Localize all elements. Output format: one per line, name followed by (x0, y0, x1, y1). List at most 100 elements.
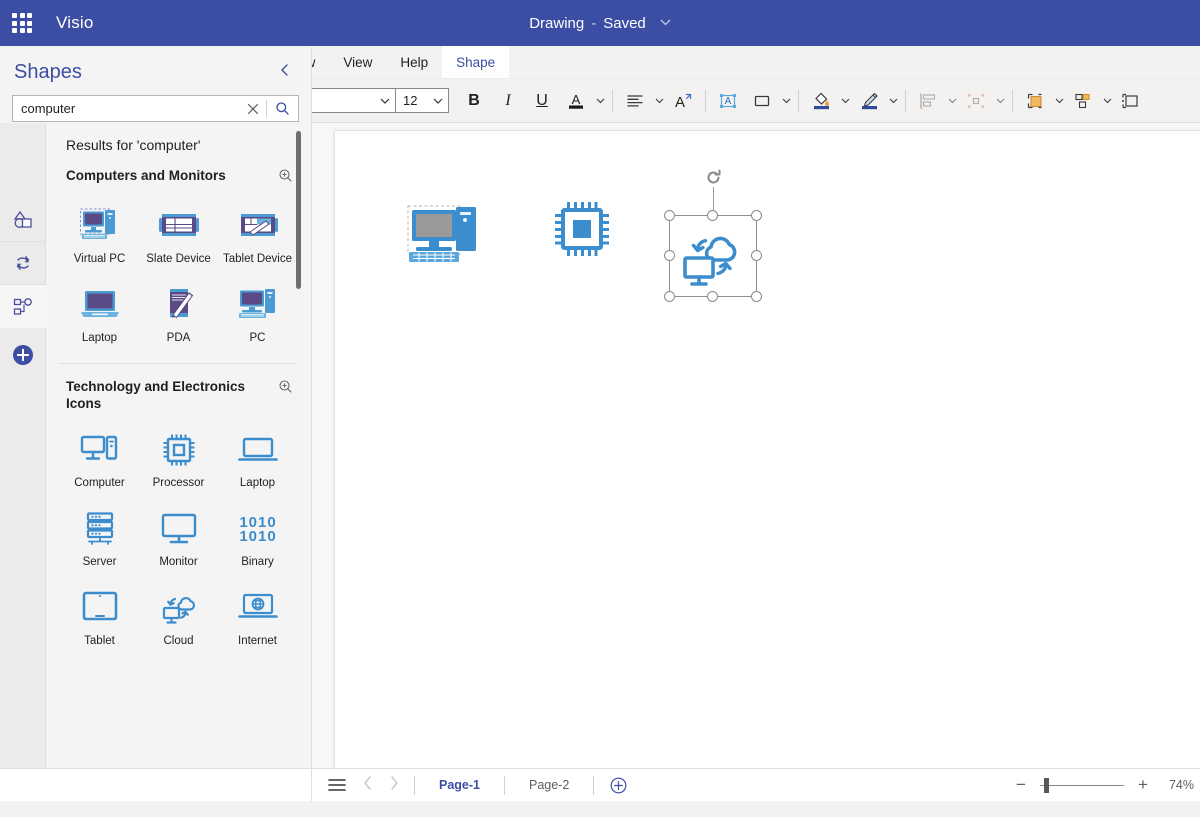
shape-outline-icon[interactable] (745, 85, 779, 117)
server-icon (78, 505, 122, 549)
close-x-icon[interactable] (240, 103, 266, 115)
toolbar-divider (798, 89, 799, 112)
canvas-shape-processor[interactable] (551, 198, 613, 263)
tab-shape[interactable]: Shape (442, 46, 510, 78)
resize-handle-middle-left[interactable] (664, 250, 675, 261)
resize-handle-bottom-right[interactable] (751, 291, 762, 302)
group-shapes-icon[interactable] (1066, 85, 1100, 117)
tab-view[interactable]: View (329, 46, 386, 78)
stencil-label: Server (82, 556, 117, 568)
page-tab-1[interactable]: Page-1 (421, 778, 498, 792)
shapes-scrollbar-thumb[interactable] (296, 131, 301, 289)
stencil-internet[interactable]: Internet (218, 578, 297, 657)
zoom-slider-track[interactable] (1040, 777, 1124, 793)
resize-handle-middle-right[interactable] (751, 250, 762, 261)
shapes-scrollbar-track[interactable] (296, 123, 306, 768)
line-brush-icon[interactable] (852, 85, 886, 117)
search-input[interactable] (13, 96, 240, 121)
fill-chevron-icon[interactable] (838, 85, 852, 117)
stencil-monitor[interactable]: Monitor (139, 499, 218, 578)
font-color-chevron-icon[interactable] (593, 85, 607, 117)
search-box[interactable] (12, 95, 299, 122)
stencil-computer[interactable]: Computer (60, 420, 139, 499)
italic-button[interactable]: I (491, 85, 525, 117)
zoom-out-button[interactable]: − (1006, 775, 1036, 795)
zoom-in-button[interactable]: + (1128, 775, 1158, 795)
grow-font-icon[interactable]: A (666, 85, 700, 117)
chevron-right-icon[interactable] (381, 775, 408, 795)
stencil-tablet-device[interactable]: Tablet Device (218, 196, 297, 275)
stencil-server[interactable]: Server (60, 499, 139, 578)
shapes-results-list[interactable]: Results for 'computer' Computers and Mon… (46, 123, 311, 768)
zoom-slider-thumb[interactable] (1044, 777, 1049, 793)
document-name[interactable]: Drawing (529, 15, 584, 32)
add-circle-icon[interactable] (12, 344, 34, 371)
pages-list-icon[interactable] (320, 778, 354, 792)
underline-button[interactable]: U (525, 85, 559, 117)
stencil-grid-computers: Virtual PC Slate Device Tablet Device La… (46, 196, 311, 354)
align-text-chevron-icon[interactable] (652, 85, 666, 117)
rotation-handle-icon[interactable] (703, 167, 724, 193)
font-size-select[interactable]: 12 (395, 88, 449, 113)
stencil-label: Processor (152, 477, 205, 489)
laptop-icon (78, 281, 122, 325)
line-chevron-icon[interactable] (886, 85, 900, 117)
zoom-in-icon[interactable] (278, 168, 293, 188)
search-magnifier-icon[interactable] (267, 101, 298, 116)
stencil-slate-device[interactable]: Slate Device (139, 196, 218, 275)
drawing-page[interactable] (334, 130, 1200, 768)
bring-forward-icon[interactable] (1018, 85, 1052, 117)
resize-handle-top-center[interactable] (707, 210, 718, 221)
canvas-area[interactable] (312, 123, 1200, 768)
app-name: Visio (56, 13, 94, 32)
add-page-icon[interactable] (600, 777, 637, 794)
group-chevron-icon[interactable] (1100, 85, 1114, 117)
stencil-laptop-purple[interactable]: Laptop (60, 275, 139, 354)
quick-shapes-icon (13, 297, 32, 315)
rail-item-shapes[interactable] (0, 199, 46, 242)
bring-forward-chevron-icon[interactable] (1052, 85, 1066, 117)
stencil-tablet[interactable]: Tablet (60, 578, 139, 657)
chevron-down-icon[interactable] (660, 17, 671, 29)
canvas-shape-pc[interactable] (407, 201, 489, 272)
align-shapes-chevron-icon[interactable] (945, 85, 959, 117)
align-shapes-icon[interactable] (911, 85, 945, 117)
resize-handle-bottom-left[interactable] (664, 291, 675, 302)
tab-help[interactable]: Help (386, 46, 442, 78)
toolbar-divider (705, 89, 706, 112)
align-text-icon[interactable] (618, 85, 652, 117)
shapes-stencil-icon (13, 210, 32, 228)
stencil-virtual-pc[interactable]: Virtual PC (60, 196, 139, 275)
stencil-cloud[interactable]: Cloud (139, 578, 218, 657)
stencil-group-header[interactable]: Computers and Monitors (46, 167, 311, 188)
fill-bucket-icon[interactable] (804, 85, 838, 117)
title-separator: - (591, 14, 597, 32)
auto-size-icon[interactable] (1114, 85, 1148, 117)
rail-item-recent[interactable] (0, 242, 46, 285)
stencil-laptop-blue[interactable]: Laptop (218, 420, 297, 499)
page-tab-2[interactable]: Page-2 (511, 778, 587, 792)
monitor-icon (157, 505, 201, 549)
distribute-shapes-icon[interactable] (959, 85, 993, 117)
waffle-grid-icon[interactable] (12, 13, 32, 33)
resize-handle-top-left[interactable] (664, 210, 675, 221)
stencil-processor[interactable]: Processor (139, 420, 218, 499)
stencil-binary[interactable]: 1010 1010 Binary (218, 499, 297, 578)
rail-item-quick-shapes[interactable] (0, 285, 46, 328)
internet-laptop-icon (236, 584, 280, 628)
distribute-chevron-icon[interactable] (993, 85, 1007, 117)
chevron-left-icon[interactable] (354, 775, 381, 795)
bold-button[interactable]: B (457, 85, 491, 117)
resize-handle-bottom-center[interactable] (707, 291, 718, 302)
stencil-label: Cloud (163, 635, 194, 647)
zoom-in-icon[interactable] (278, 379, 293, 399)
shape-outline-chevron-icon[interactable] (779, 85, 793, 117)
bold-label: B (468, 91, 480, 109)
font-color-icon[interactable]: A (559, 85, 593, 117)
resize-handle-top-right[interactable] (751, 210, 762, 221)
text-block-icon[interactable]: A (711, 85, 745, 117)
stencil-group-header[interactable]: Technology and Electronics Icons (46, 378, 311, 412)
stencil-pda[interactable]: PDA (139, 275, 218, 354)
stencil-pc[interactable]: PC (218, 275, 297, 354)
chevron-left-icon[interactable] (273, 59, 297, 86)
